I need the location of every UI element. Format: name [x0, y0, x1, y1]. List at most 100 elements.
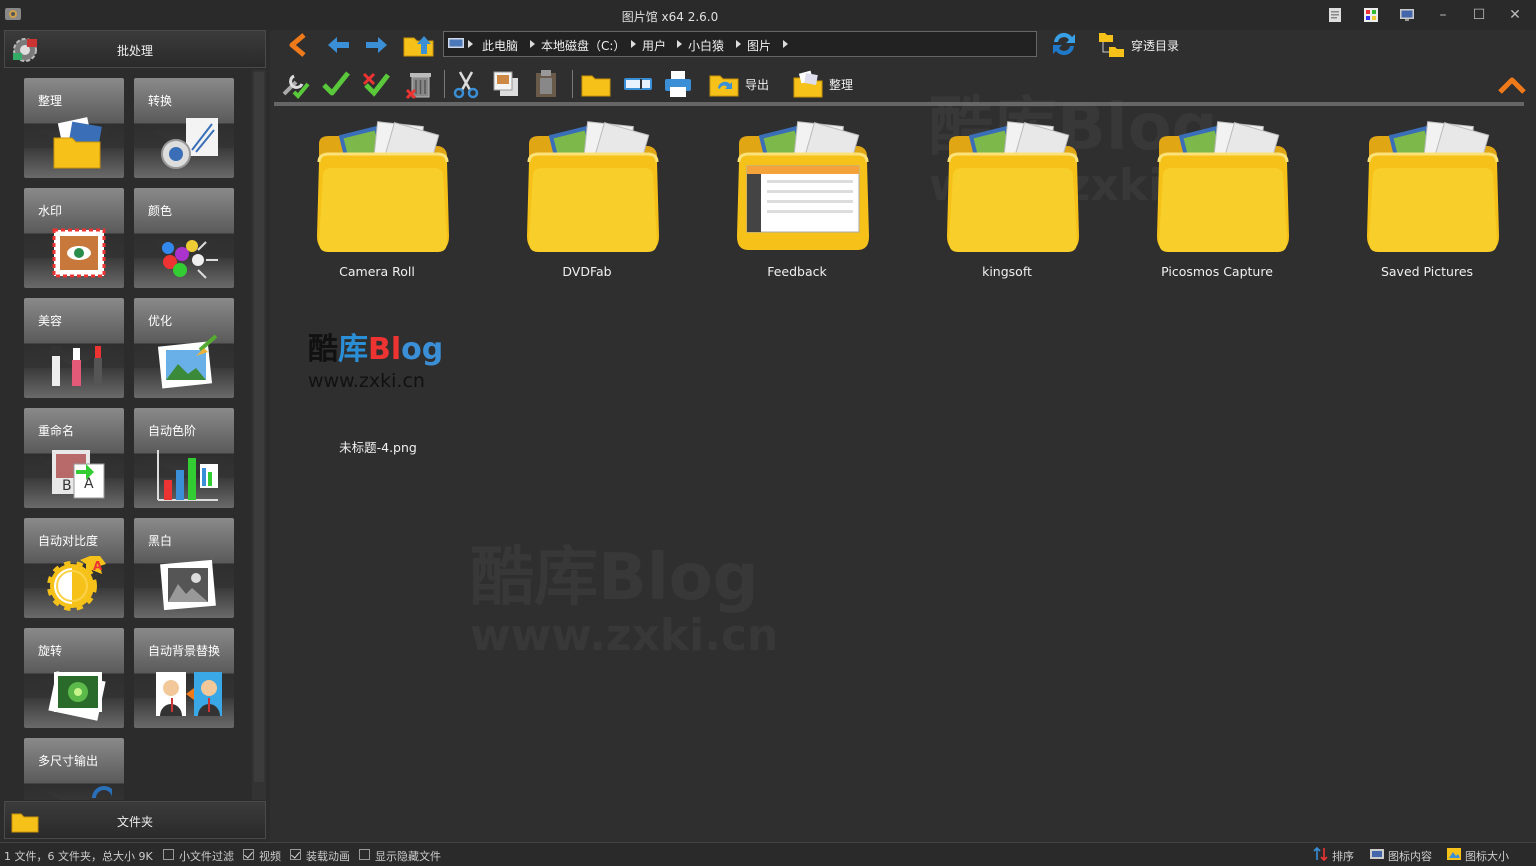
monitor-icon[interactable]	[1399, 7, 1415, 23]
forward-arrow-icon[interactable]	[363, 32, 391, 58]
back-arrow-icon[interactable]	[324, 32, 352, 58]
thumbnail-url-text: www.zxki.cn	[308, 370, 425, 392]
icon-size-icon[interactable]	[1446, 847, 1462, 861]
background-replace-icon	[156, 672, 222, 716]
collapse-up-icon[interactable]	[1496, 68, 1528, 100]
tool-watermark[interactable]: 水印	[24, 188, 124, 288]
toolbar-separator	[444, 70, 445, 98]
crumb-local-disk[interactable]: 本地磁盘（C:）	[541, 37, 625, 54]
batch-header[interactable]: 批处理	[4, 30, 266, 68]
sort-label[interactable]: 排序	[1332, 848, 1354, 864]
app-window: 图片馆 x64 2.6.0 – ☐ ✕ 批处理 整理 转换 水印 颜色 美容 优化 重命名 B…	[0, 0, 1536, 866]
print-icon[interactable]	[662, 68, 694, 100]
show-hidden-checkbox[interactable]	[359, 849, 370, 860]
load-animation-label[interactable]: 装载动画	[306, 848, 350, 864]
deselect-check-icon[interactable]	[360, 68, 392, 100]
cut-icon[interactable]	[450, 68, 482, 100]
document-icon[interactable]	[1327, 7, 1343, 23]
rename-field-icon[interactable]	[622, 68, 654, 100]
icon-content-icon[interactable]	[1369, 847, 1385, 861]
scroll-thumb[interactable]	[254, 72, 264, 782]
sort-icon[interactable]	[1313, 847, 1329, 861]
tool-multi-size-output[interactable]: 多尺寸输出	[24, 738, 124, 800]
tool-convert[interactable]: 转换	[134, 78, 234, 178]
crumb-this-pc[interactable]: 此电脑	[482, 37, 518, 54]
export-icon[interactable]	[708, 68, 740, 100]
file-browser: 酷库Blog www.zxki.cn 酷库Blog www.zxki.cn Came…	[274, 91, 1536, 842]
status-summary: 1 文件，6 文件夹，总大小 9K	[4, 850, 153, 863]
tool-optimize[interactable]: 优化	[134, 298, 234, 398]
black-white-icon	[160, 559, 216, 611]
show-hidden-label[interactable]: 显示隐藏文件	[375, 848, 441, 864]
tool-black-white[interactable]: 黑白	[134, 518, 234, 618]
organize-label[interactable]: 整理	[829, 76, 853, 93]
folder-name: DVDFab	[562, 264, 612, 279]
small-file-filter-checkbox[interactable]	[163, 849, 174, 860]
folder-item[interactable]: Feedback	[717, 106, 877, 279]
folder-up-icon[interactable]	[402, 32, 436, 58]
watermark-icon	[52, 228, 106, 278]
paste-icon[interactable]	[530, 68, 562, 100]
load-animation-checkbox[interactable]	[290, 849, 301, 860]
tool-label: 自动对比度	[38, 534, 99, 548]
tool-beauty[interactable]: 美容	[24, 298, 124, 398]
tool-rename[interactable]: 重命名 B A	[24, 408, 124, 508]
crumb-separator	[736, 40, 741, 48]
video-checkbox[interactable]	[243, 849, 254, 860]
folder-icon	[947, 121, 1079, 252]
file-item[interactable]: 酷库Blog www.zxki.cn 未标题-4.png	[308, 306, 448, 456]
address-bar[interactable]: 此电脑 本地磁盘（C:） 用户 小白猿 图片	[443, 31, 1037, 57]
export-label[interactable]: 导出	[745, 76, 769, 93]
folder-footer[interactable]: 文件夹	[4, 801, 266, 839]
video-label[interactable]: 视频	[259, 848, 281, 864]
select-all-check-icon[interactable]	[320, 68, 352, 100]
tools-check-icon[interactable]	[280, 68, 312, 100]
folder-item[interactable]: DVDFab	[507, 106, 667, 279]
tool-auto-levels[interactable]: 自动色阶	[134, 408, 234, 508]
multi-size-output-icon	[92, 786, 112, 799]
folder-item[interactable]: Camera Roll	[297, 106, 457, 279]
tool-label: 自动色阶	[148, 424, 197, 438]
penetrate-directory-button[interactable]: 穿透目录	[1097, 30, 1217, 60]
folder-item[interactable]: kingsoft	[927, 106, 1087, 279]
svg-text:A: A	[93, 559, 103, 573]
folder-name: Feedback	[767, 264, 827, 279]
refresh-icon[interactable]	[1048, 28, 1080, 60]
folder-item[interactable]: Picosmos Capture	[1137, 106, 1297, 279]
minimize-button[interactable]: –	[1428, 4, 1458, 26]
action-toolbar: 导出 整理	[272, 64, 1536, 104]
tool-auto-contrast[interactable]: 自动对比度 A	[24, 518, 124, 618]
maximize-button[interactable]: ☐	[1464, 4, 1494, 26]
tool-label: 颜色	[148, 204, 173, 218]
tool-label: 整理	[38, 94, 63, 108]
copy-image-icon[interactable]	[490, 68, 522, 100]
close-button[interactable]: ✕	[1500, 4, 1530, 26]
organize-icon[interactable]	[792, 68, 824, 100]
toolbar-separator	[572, 70, 573, 98]
tool-organize-photos[interactable]: 整理	[24, 78, 124, 178]
tool-label: 美容	[38, 314, 63, 328]
tool-rotate[interactable]: 旋转	[24, 628, 124, 728]
organize-photos-icon	[53, 117, 102, 169]
folder-footer-label: 文件夹	[116, 815, 153, 829]
small-file-filter-label[interactable]: 小文件过滤	[179, 848, 234, 864]
watermark: 酷库Blog www.zxki.cn	[470, 541, 779, 661]
crumb-separator	[783, 40, 788, 48]
folder-item[interactable]: Saved Pictures	[1347, 106, 1507, 279]
new-folder-icon[interactable]	[580, 68, 612, 100]
tool-background-replace[interactable]: 自动背景替换	[134, 628, 234, 728]
folder-icon	[737, 121, 869, 250]
tool-color[interactable]: 颜色	[134, 188, 234, 288]
crumb-user[interactable]: 小白猿	[688, 37, 724, 54]
icon-size-label[interactable]: 图标大小	[1465, 848, 1509, 864]
svg-text:B: B	[62, 478, 72, 494]
crumb-users[interactable]: 用户	[642, 37, 666, 54]
back-orange-icon[interactable]	[284, 32, 312, 58]
icon-content-label[interactable]: 图标内容	[1388, 848, 1432, 864]
tool-scrollbar[interactable]	[252, 70, 266, 800]
crumb-pictures[interactable]: 图片	[747, 37, 771, 54]
palette-icon[interactable]	[1363, 7, 1379, 23]
delete-icon[interactable]	[404, 68, 436, 100]
folder-name: Picosmos Capture	[1161, 264, 1273, 279]
tool-label: 黑白	[148, 534, 173, 548]
